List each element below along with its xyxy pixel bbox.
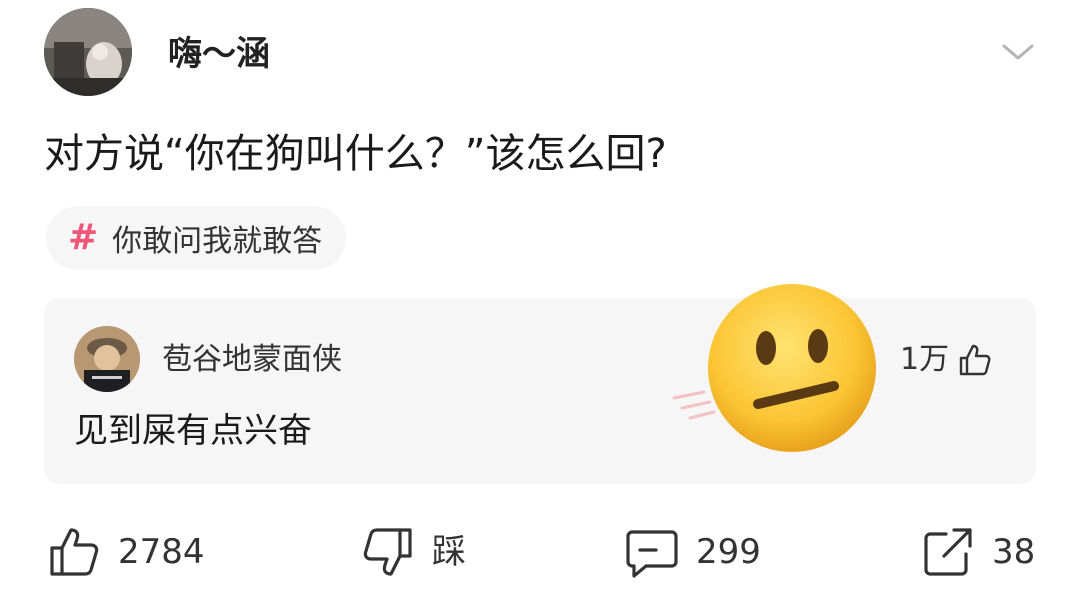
author-name[interactable]: 嗨～涵: [168, 32, 270, 76]
question-title[interactable]: 对方说“你在狗叫什么？”该怎么回?: [44, 128, 667, 180]
commenter-avatar[interactable]: [74, 326, 140, 392]
comment-like-button[interactable]: 1万: [900, 340, 993, 380]
commenter-name[interactable]: 苞谷地蒙面侠: [162, 340, 342, 380]
author-avatar[interactable]: [44, 8, 132, 96]
thumbs-down-icon: [363, 528, 412, 576]
dislike-button[interactable]: 踩: [360, 520, 466, 584]
comment-like-count: 1万: [900, 342, 950, 377]
chevron-down-icon: [1002, 44, 1034, 60]
neutral-face-emoji-sticker: [668, 282, 888, 452]
commenter-avatar-image: [74, 326, 140, 392]
thumbs-up-icon: [50, 528, 99, 576]
dislike-label: 踩: [432, 532, 466, 572]
share-arrow-icon: [924, 528, 972, 576]
author-avatar-image: [44, 8, 132, 96]
thumbs-up-outline-icon: [959, 344, 991, 376]
like-button[interactable]: 2784: [46, 520, 205, 584]
like-count: 2784: [118, 532, 205, 572]
comment-button[interactable]: 299: [624, 520, 761, 584]
neutral-face-emoji-icon: [672, 284, 876, 452]
comment-text: 见到屎有点兴奋: [74, 411, 312, 451]
share-button[interactable]: 38: [920, 520, 1035, 584]
comment-bubble-icon: [626, 530, 678, 578]
topic-chip[interactable]: # 你敢问我就敢答: [46, 206, 347, 270]
share-count: 38: [992, 532, 1036, 572]
comment-count: 299: [696, 532, 761, 572]
expand-button[interactable]: [998, 36, 1038, 68]
hashtag-icon: #: [68, 217, 99, 258]
topic-label: 你敢问我就敢答: [112, 224, 323, 259]
